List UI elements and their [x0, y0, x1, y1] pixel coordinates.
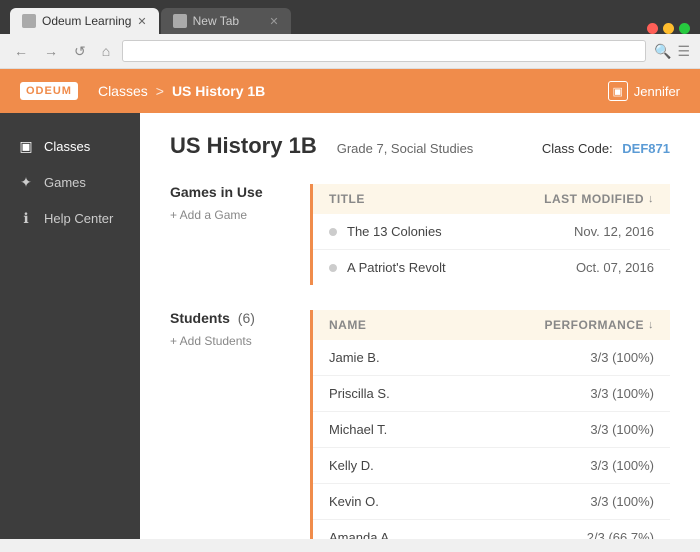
help-icon: ℹ: [18, 210, 34, 226]
games-label-area: Games in Use + Add a Game: [170, 184, 290, 285]
breadcrumb-parent[interactable]: Classes: [98, 83, 148, 99]
tab-close-2[interactable]: ✕: [269, 15, 278, 28]
traffic-lights: [647, 23, 690, 34]
student-perf-5: 3/3 (100%): [590, 494, 654, 509]
sidebar-item-help[interactable]: ℹ Help Center: [0, 200, 140, 236]
student-row-6[interactable]: Amanda A. 2/3 (66.7%): [313, 520, 670, 539]
students-table-header: Name Performance ↓: [313, 310, 670, 340]
student-name-1: Jamie B.: [329, 350, 590, 365]
student-name-3: Michael T.: [329, 422, 590, 437]
sidebar-item-games[interactable]: ✦ Games: [0, 164, 140, 200]
student-perf-1: 3/3 (100%): [590, 350, 654, 365]
user-icon: ▣: [608, 81, 628, 101]
breadcrumb: Classes > US History 1B: [98, 83, 608, 99]
tab-label-1: Odeum Learning: [42, 14, 131, 28]
games-label: Games in Use: [170, 184, 290, 200]
tab-label-2: New Tab: [193, 14, 239, 28]
sidebar-label-classes: Classes: [44, 139, 90, 154]
class-header: US History 1B Grade 7, Social Studies Cl…: [170, 133, 670, 159]
student-row-4[interactable]: Kelly D. 3/3 (100%): [313, 448, 670, 484]
student-row-2[interactable]: Priscilla S. 3/3 (100%): [313, 376, 670, 412]
game-row-2[interactable]: A Patriot's Revolt Oct. 07, 2016: [313, 250, 670, 285]
student-name-4: Kelly D.: [329, 458, 590, 473]
menu-icon[interactable]: ☰: [677, 43, 690, 60]
students-label-area: Students (6) + Add Students: [170, 310, 290, 539]
games-col-title: Title: [329, 192, 544, 206]
student-name-2: Priscilla S.: [329, 386, 590, 401]
students-table: Name Performance ↓ Jamie B. 3/3 (100%) P…: [310, 310, 670, 539]
app: ODEUM Classes > US History 1B ▣ Jennifer…: [0, 69, 700, 539]
traffic-light-red[interactable]: [647, 23, 658, 34]
class-title: US History 1B: [170, 133, 317, 159]
logo: ODEUM: [20, 82, 78, 100]
classes-icon: ▣: [18, 138, 34, 154]
students-col-name: Name: [329, 318, 544, 332]
home-button[interactable]: ⌂: [98, 41, 114, 61]
student-perf-4: 3/3 (100%): [590, 458, 654, 473]
student-perf-3: 3/3 (100%): [590, 422, 654, 437]
sidebar: ▣ Classes ✦ Games ℹ Help Center: [0, 113, 140, 539]
sidebar-item-classes[interactable]: ▣ Classes: [0, 128, 140, 164]
games-table-header: Title Last Modified ↓: [313, 184, 670, 214]
class-code-value: DEF871: [622, 141, 670, 156]
sidebar-label-games: Games: [44, 175, 86, 190]
breadcrumb-separator: >: [156, 83, 164, 99]
user-name[interactable]: Jennifer: [634, 84, 680, 99]
game-row-1[interactable]: The 13 Colonies Nov. 12, 2016: [313, 214, 670, 250]
class-code: Class Code: DEF871: [542, 141, 670, 156]
sidebar-label-help: Help Center: [44, 211, 113, 226]
game-name-2: A Patriot's Revolt: [347, 260, 576, 275]
student-name-6: Amanda A.: [329, 530, 587, 539]
class-code-label: Class Code:: [542, 141, 613, 156]
student-perf-2: 3/3 (100%): [590, 386, 654, 401]
game-date-2: Oct. 07, 2016: [576, 260, 654, 275]
game-date-1: Nov. 12, 2016: [574, 224, 654, 239]
student-name-5: Kevin O.: [329, 494, 590, 509]
tab-newtab[interactable]: New Tab ✕: [161, 8, 291, 34]
games-table: Title Last Modified ↓ The 13 Colonies No…: [310, 184, 670, 285]
user-icon-symbol: ▣: [613, 85, 623, 98]
main-layout: ▣ Classes ✦ Games ℹ Help Center US Histo…: [0, 113, 700, 539]
games-icon: ✦: [18, 174, 34, 190]
address-bar: ← → ↺ ⌂ 🔍 ☰: [0, 34, 700, 69]
browser-tabs: Odeum Learning ✕ New Tab ✕: [10, 8, 291, 34]
reload-button[interactable]: ↺: [70, 41, 90, 62]
students-count: (6): [238, 310, 255, 326]
tab-favicon-2: [173, 14, 187, 28]
tab-favicon-1: [22, 14, 36, 28]
add-students-link[interactable]: + Add Students: [170, 334, 290, 348]
students-col-perf: Performance ↓: [544, 318, 654, 332]
traffic-light-green[interactable]: [679, 23, 690, 34]
student-row-5[interactable]: Kevin O. 3/3 (100%): [313, 484, 670, 520]
game-dot-2: [329, 264, 337, 272]
students-label: Students (6): [170, 310, 290, 326]
forward-button[interactable]: →: [40, 41, 62, 61]
user-info: ▣ Jennifer: [608, 81, 680, 101]
traffic-light-yellow[interactable]: [663, 23, 674, 34]
top-nav: ODEUM Classes > US History 1B ▣ Jennifer: [0, 69, 700, 113]
breadcrumb-current: US History 1B: [172, 83, 265, 99]
students-sort-icon[interactable]: ↓: [648, 319, 654, 331]
games-col-modified-label: Last Modified: [544, 192, 644, 206]
search-icon[interactable]: 🔍: [654, 43, 671, 60]
student-row-1[interactable]: Jamie B. 3/3 (100%): [313, 340, 670, 376]
games-section: Games in Use + Add a Game Title Last Mod…: [170, 184, 670, 285]
student-perf-6: 2/3 (66.7%): [587, 530, 654, 539]
class-grade: Grade 7, Social Studies: [337, 141, 474, 156]
add-game-link[interactable]: + Add a Game: [170, 208, 290, 222]
back-button[interactable]: ←: [10, 41, 32, 61]
browser-chrome: Odeum Learning ✕ New Tab ✕: [0, 0, 700, 34]
games-sort-icon[interactable]: ↓: [648, 193, 654, 205]
game-name-1: The 13 Colonies: [347, 224, 574, 239]
students-section: Students (6) + Add Students Name Perform…: [170, 310, 670, 539]
content-area: US History 1B Grade 7, Social Studies Cl…: [140, 113, 700, 539]
games-col-modified: Last Modified ↓: [544, 192, 654, 206]
tab-odeum[interactable]: Odeum Learning ✕: [10, 8, 159, 34]
students-col-perf-label: Performance: [544, 318, 644, 332]
students-label-text: Students: [170, 310, 230, 326]
address-input[interactable]: [122, 40, 646, 62]
student-row-3[interactable]: Michael T. 3/3 (100%): [313, 412, 670, 448]
game-dot-1: [329, 228, 337, 236]
tab-close-1[interactable]: ✕: [137, 15, 146, 28]
